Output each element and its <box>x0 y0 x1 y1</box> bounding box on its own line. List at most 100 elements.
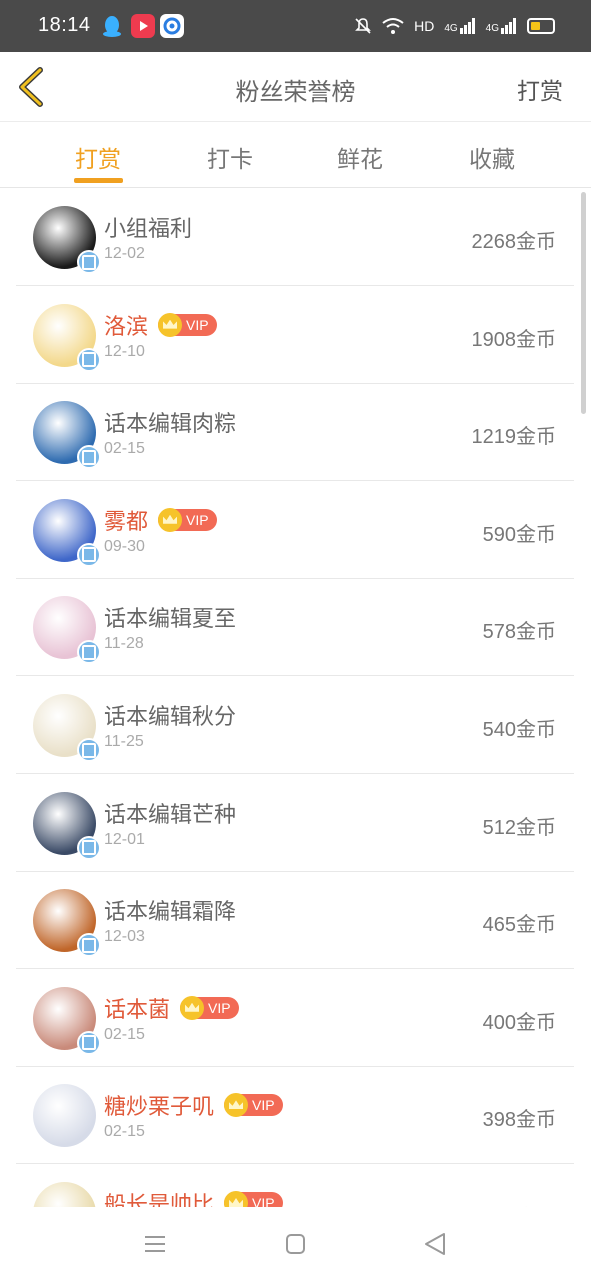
crown-icon <box>224 1191 249 1207</box>
tab-favorites[interactable]: 收藏 <box>432 140 552 174</box>
user-name-text: 小组福利 <box>104 217 193 242</box>
user-name: 话本编辑肉粽 <box>104 406 236 438</box>
menu-button[interactable] <box>140 1231 170 1257</box>
signal-icon: 4G <box>444 18 475 34</box>
vip-badge: VIP <box>224 1191 283 1207</box>
user-name: 话本编辑芒种 <box>104 797 236 829</box>
list-item[interactable]: 糖炒栗子叽 VIP 02-15 398金币 <box>16 1067 574 1165</box>
user-name-text: 话本编辑夏至 <box>104 607 237 633</box>
list-item[interactable]: 话本编辑秋分 11-25 540金币 <box>16 677 574 774</box>
level-badge-icon <box>77 347 101 372</box>
level-badge-icon <box>77 835 101 860</box>
tab-bar: 打赏 打卡 鲜花 收藏 <box>0 122 591 188</box>
list-item[interactable]: 话本编辑芒种 12-01 512金币 <box>16 775 574 872</box>
status-bar: 18:14 HD 4G 4G <box>0 0 591 52</box>
menu-icon <box>145 1236 165 1252</box>
vip-label: VIP <box>186 511 209 528</box>
mute-icon <box>355 18 372 34</box>
user-name: 雾都 VIP <box>104 504 217 536</box>
user-name-text: 话本编辑霜降 <box>104 900 237 926</box>
fan-ranking-list: 小组福利 12-02 2268金币洛滨 VIP 12-10 1908金币话本编辑肉粽 02-… <box>0 189 591 1207</box>
coin-amount: 540金币 <box>482 719 556 741</box>
coin-amount: 1219金币 <box>471 426 557 449</box>
active-tab-indicator <box>74 178 123 183</box>
user-name: 洛滨 VIP <box>104 309 217 341</box>
list-item[interactable]: 小组福利 12-02 2268金币 <box>16 189 574 286</box>
reward-date: 09-30 <box>104 537 145 555</box>
tab-reward[interactable]: 打赏 <box>38 140 158 174</box>
back-triangle-icon <box>425 1233 445 1255</box>
level-badge-icon <box>77 933 101 958</box>
qq-icon <box>100 14 124 38</box>
list-item[interactable]: 洛滨 VIP 12-10 1908金币 <box>16 287 574 384</box>
page-title: 粉丝荣誉榜 <box>235 78 356 106</box>
coin-amount: 400金币 <box>482 1011 556 1034</box>
status-time: 18:14 <box>38 14 91 36</box>
tip-button[interactable]: 打赏 <box>517 72 563 106</box>
user-name-text: 洛滨 <box>104 314 149 340</box>
coin-amount: 465金币 <box>482 914 556 937</box>
home-button[interactable] <box>280 1231 310 1257</box>
reward-date: 12-01 <box>104 830 145 848</box>
level-badge-icon <box>77 1030 101 1055</box>
vip-label: VIP <box>186 316 209 333</box>
vip-label: VIP <box>252 1097 275 1114</box>
tab-flowers[interactable]: 鲜花 <box>300 140 420 174</box>
user-name: 小组福利 <box>104 211 192 243</box>
tab-checkin[interactable]: 打卡 <box>170 140 290 174</box>
level-badge-icon <box>77 640 101 665</box>
coin-amount: 590金币 <box>482 523 556 546</box>
list-item[interactable]: 雾都 VIP 09-30 590金币 <box>16 482 574 579</box>
scrollbar[interactable] <box>581 192 586 414</box>
crown-icon <box>180 995 205 1020</box>
user-name: 话本编辑夏至 <box>104 601 236 633</box>
avatar[interactable] <box>33 1084 96 1148</box>
system-nav-bar <box>0 1207 591 1280</box>
coin-amount: 2268金币 <box>471 231 557 253</box>
wifi-icon <box>382 18 404 34</box>
vip-badge: VIP <box>158 312 217 337</box>
vip-label: VIP <box>252 1195 275 1207</box>
signal-icon: 4G <box>486 18 517 34</box>
video-app-icon <box>131 14 155 38</box>
user-name: 话本编辑霜降 <box>104 894 236 926</box>
crown-icon <box>224 1093 249 1118</box>
list-item[interactable]: 话本编辑夏至 11-28 578金币 <box>16 579 574 677</box>
vip-badge: VIP <box>180 995 239 1020</box>
user-name: 船长是帅比 VIP <box>104 1187 283 1207</box>
list-item[interactable]: 船长是帅比VIP397金币 <box>16 1165 574 1207</box>
vip-badge: VIP <box>158 507 217 532</box>
status-indicators: HD 4G 4G <box>354 14 555 38</box>
avatar[interactable] <box>33 1182 96 1207</box>
user-name-text: 话本编辑秋分 <box>104 705 237 730</box>
user-name-text: 话本编辑芒种 <box>104 802 237 828</box>
reward-date: 02-15 <box>104 1025 145 1043</box>
level-badge-icon <box>77 445 101 470</box>
vip-label: VIP <box>208 999 231 1016</box>
browser-icon <box>160 14 184 38</box>
reward-date: 02-15 <box>104 440 145 458</box>
user-name-text: 船长是帅比 <box>104 1193 215 1207</box>
user-name: 话本菌 VIP <box>104 992 239 1024</box>
list-item[interactable]: 话本菌 VIP 02-15 400金币 <box>16 970 574 1067</box>
list-item[interactable]: 话本编辑霜降 12-03 465金币 <box>16 872 574 970</box>
coin-amount: 398金币 <box>482 1109 556 1132</box>
coin-amount: 512金币 <box>482 816 556 839</box>
level-badge-icon <box>77 738 101 762</box>
user-name-text: 雾都 <box>104 509 149 535</box>
vip-badge: VIP <box>224 1093 283 1118</box>
user-name: 糖炒栗子叽 VIP <box>104 1089 283 1121</box>
crown-icon <box>158 312 183 337</box>
level-badge-icon <box>77 250 101 274</box>
reward-date: 11-28 <box>104 635 144 653</box>
coin-amount: 1908金币 <box>471 328 557 351</box>
back-nav-button[interactable] <box>420 1231 450 1257</box>
reward-date: 12-10 <box>104 342 145 360</box>
user-name: 话本编辑秋分 <box>104 699 236 731</box>
app-header: 粉丝荣誉榜 打赏 <box>0 52 591 122</box>
list-item[interactable]: 话本编辑肉粽 02-15 1219金币 <box>16 384 574 482</box>
user-name-text: 话本菌 <box>104 997 171 1023</box>
reward-date: 12-02 <box>104 245 145 262</box>
reward-date: 02-15 <box>104 1123 145 1141</box>
network-label: HD <box>414 18 435 34</box>
